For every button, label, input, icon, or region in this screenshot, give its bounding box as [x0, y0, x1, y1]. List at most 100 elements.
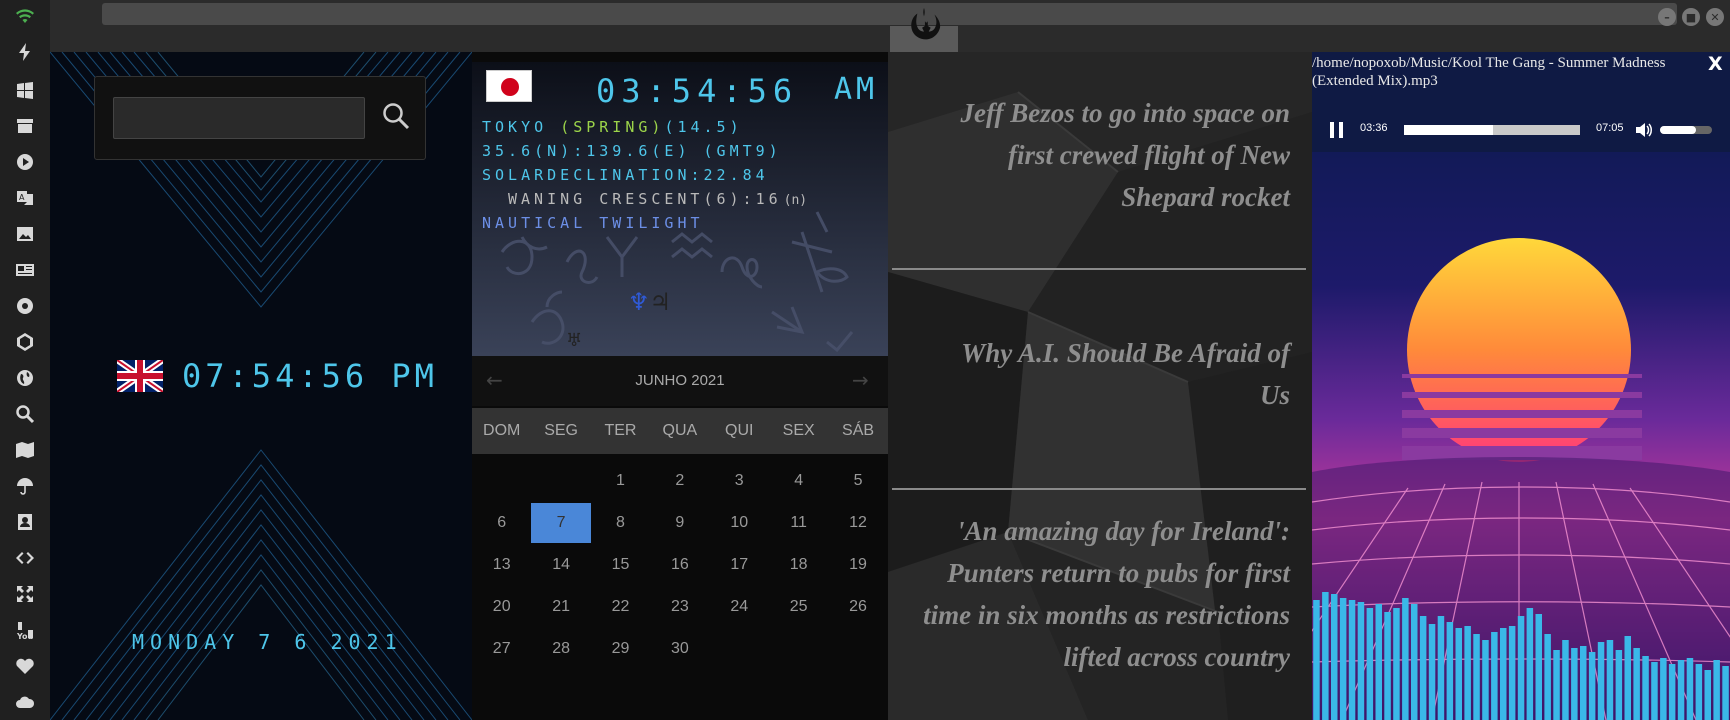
search-input[interactable]	[113, 97, 365, 139]
umbrella-icon[interactable]	[12, 474, 38, 498]
newspaper-icon[interactable]	[12, 258, 38, 282]
duration: 07:05	[1596, 122, 1624, 134]
calendar-day[interactable]: 30	[650, 628, 709, 670]
maximize-button[interactable]: ■	[1682, 8, 1700, 26]
news-item[interactable]: Jeff Bezos to go into space on first cre…	[930, 92, 1291, 218]
search-icon[interactable]	[381, 101, 411, 131]
visualizer-bar	[1437, 616, 1445, 720]
visualizer-bar	[1580, 646, 1587, 720]
volume-fill	[1660, 126, 1697, 134]
music-player-panel: /home/nopoxob/Music/Kool The Gang - Summ…	[1312, 52, 1730, 720]
volume-slider[interactable]	[1660, 126, 1712, 134]
visualizer-bar	[1517, 616, 1525, 720]
archive-icon[interactable]	[12, 114, 38, 138]
calendar-day[interactable]: 23	[650, 586, 709, 628]
calendar-blank	[472, 460, 531, 502]
calendar-day[interactable]: 17	[710, 544, 769, 586]
calendar-day[interactable]: 29	[591, 628, 650, 670]
pause-icon[interactable]	[1328, 120, 1346, 140]
calendar-day[interactable]: 6	[472, 502, 531, 544]
tokyo-calendar-panel: 03:54:56 AM TOKYO (SPRING)(14.5) 35.6(N)…	[472, 52, 888, 720]
calendar-next-button[interactable]: →	[852, 368, 869, 392]
volume-icon[interactable]	[1634, 120, 1654, 140]
visualizer-bar	[1411, 604, 1418, 720]
address-bar[interactable]	[102, 3, 1677, 25]
hexagon-icon[interactable]	[12, 330, 38, 354]
calendar-day[interactable]: 18	[769, 544, 828, 586]
visualizer-bar	[1588, 652, 1596, 720]
current-time: 03:36	[1360, 122, 1388, 134]
progress-bar[interactable]	[1404, 125, 1580, 135]
calendar-day[interactable]: 19	[828, 544, 887, 586]
visualizer-bar	[1722, 666, 1729, 720]
calendar-day[interactable]: 12	[828, 502, 887, 544]
visualizer-bar	[1606, 640, 1614, 720]
visualizer-bar	[1500, 628, 1507, 720]
visualizer-bar	[1633, 648, 1640, 720]
visualizer-bar	[1642, 656, 1649, 720]
calendar-day[interactable]: 21	[531, 586, 590, 628]
calendar-day[interactable]: 13	[472, 544, 531, 586]
heart-icon[interactable]	[12, 654, 38, 678]
uk-clock-panel: 07:54:56 PM MONDAY 7 6 2021	[50, 52, 472, 720]
planet-symbols: ♆♃	[628, 288, 672, 316]
calendar-day[interactable]: 14	[531, 544, 590, 586]
minimize-button[interactable]: –	[1658, 8, 1676, 26]
visualizer-bar	[1393, 608, 1400, 720]
tokyo-solar-declination: SOLARDECLINATION:22.84	[482, 166, 769, 184]
calendar-day[interactable]: 11	[769, 502, 828, 544]
visualizer-bar	[1402, 598, 1409, 720]
globe-icon[interactable]	[12, 366, 38, 390]
calendar-prev-button[interactable]: ←	[486, 368, 503, 392]
calendar-day-selected[interactable]: 7	[531, 503, 591, 543]
map-icon[interactable]	[12, 438, 38, 462]
tokyo-clock: 03:54:56 AM TOKYO (SPRING)(14.5) 35.6(N)…	[472, 62, 888, 356]
contacts-icon[interactable]	[12, 510, 38, 534]
calendar-day[interactable]: 5	[828, 460, 887, 502]
search-icon[interactable]	[12, 402, 38, 426]
visualizer-bar	[1562, 640, 1569, 720]
calendar-day[interactable]: 20	[472, 586, 531, 628]
windows-icon[interactable]	[12, 78, 38, 102]
uk-date: MONDAY 7 6 2021	[132, 630, 403, 654]
calendar-day[interactable]: 10	[710, 502, 769, 544]
calendar-day[interactable]: 8	[591, 502, 650, 544]
calendar-day[interactable]: 9	[650, 502, 709, 544]
player-close-button[interactable]: X	[1708, 53, 1723, 75]
play-icon[interactable]	[12, 150, 38, 174]
cloud-icon[interactable]	[12, 690, 38, 714]
wifi-icon[interactable]	[12, 5, 38, 29]
calendar-day[interactable]: 1	[591, 460, 650, 502]
translate-icon[interactable]: A	[12, 186, 38, 210]
calendar-day[interactable]: 27	[472, 628, 531, 670]
close-button[interactable]: ✕	[1706, 8, 1724, 26]
news-item[interactable]: 'An amazing day for Ireland': Punters re…	[910, 510, 1290, 678]
visualizer-bar	[1419, 616, 1427, 720]
visualizer-bar	[1624, 636, 1631, 720]
youtube-icon[interactable]: You	[12, 618, 38, 642]
uranus-symbol: ♅	[566, 330, 583, 351]
calendar-day[interactable]: 3	[710, 460, 769, 502]
visualizer-bar	[1322, 592, 1329, 720]
settings-icon[interactable]	[12, 294, 38, 318]
power-icon[interactable]	[12, 40, 38, 64]
news-item[interactable]: Why A.I. Should Be Afraid of Us	[930, 332, 1290, 416]
calendar-day[interactable]: 25	[769, 586, 828, 628]
calendar-day[interactable]: 4	[769, 460, 828, 502]
image-icon[interactable]	[12, 222, 38, 246]
tokyo-twilight: NAUTICAL TWILIGHT	[482, 214, 704, 232]
code-icon[interactable]	[12, 546, 38, 570]
calendar-header: JUNHO 2021 ← →	[472, 356, 888, 406]
calendar-day[interactable]: 28	[531, 628, 590, 670]
calendar-day[interactable]: 15	[591, 544, 650, 586]
expand-icon[interactable]	[12, 582, 38, 606]
calendar-day[interactable]: 16	[650, 544, 709, 586]
calendar-day[interactable]: 26	[828, 586, 887, 628]
calendar-day[interactable]: 22	[591, 586, 650, 628]
calendar-day[interactable]: 2	[650, 460, 709, 502]
calendar-month: JUNHO 2021	[635, 372, 725, 389]
visualizer-bar	[1482, 640, 1489, 720]
visualizer-bar	[1544, 634, 1551, 720]
calendar-day[interactable]: 24	[710, 586, 769, 628]
weekday-label: QUA	[662, 422, 698, 439]
